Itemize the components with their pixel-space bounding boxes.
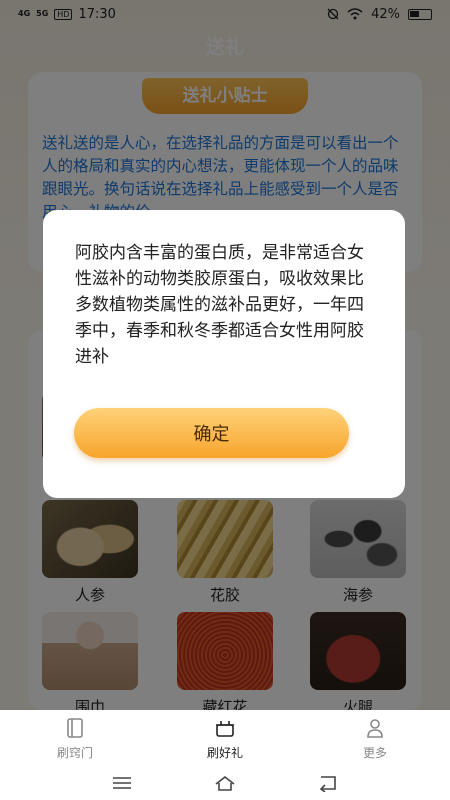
tab-tips[interactable]: 刷窍门 — [0, 710, 150, 766]
home-icon[interactable] — [214, 774, 236, 792]
tab-gifts[interactable]: 刷好礼 — [150, 710, 300, 766]
system-navigation-bar — [0, 766, 450, 800]
back-icon[interactable] — [317, 774, 339, 792]
dialog-message: 阿胶内含丰富的蛋白质，是非常适合女性滋补的动物类胶原蛋白，吸收效果比多数植物类属… — [75, 243, 364, 367]
menu-icon[interactable] — [111, 774, 133, 792]
book-icon — [67, 717, 83, 738]
confirm-button[interactable]: 确定 — [74, 408, 349, 458]
gift-box-icon — [216, 720, 234, 737]
tab-label: 刷好礼 — [206, 745, 243, 760]
info-dialog: 阿胶内含丰富的蛋白质，是非常适合女性滋补的动物类胶原蛋白，吸收效果比多数植物类属… — [43, 210, 405, 498]
tab-label: 刷窍门 — [56, 745, 93, 760]
bottom-tabbar: 刷窍门 刷好礼 更多 — [0, 710, 450, 766]
tab-more[interactable]: 更多 — [300, 710, 450, 766]
tab-label: 更多 — [362, 745, 387, 760]
person-icon — [367, 718, 383, 738]
